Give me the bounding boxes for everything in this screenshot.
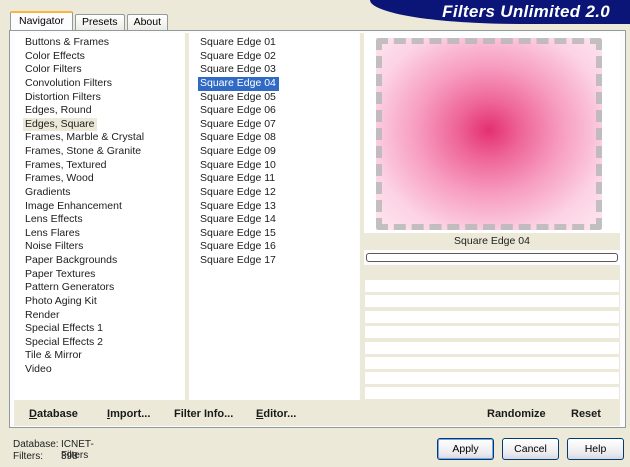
import-button[interactable]: Import... <box>107 408 150 420</box>
filter-item[interactable]: Square Edge 02 <box>198 50 279 64</box>
randomize-button[interactable]: Randomize <box>487 408 546 420</box>
filter-item[interactable]: Square Edge 03 <box>198 63 279 77</box>
parameter-row[interactable] <box>365 342 619 355</box>
header-banner: Filters Unlimited 2.0 <box>370 0 630 24</box>
status-filters-label: Filters: <box>13 451 43 462</box>
category-item[interactable]: Special Effects 1 <box>23 322 106 336</box>
filter-item[interactable]: Square Edge 04 <box>198 76 279 91</box>
filter-item[interactable]: Square Edge 13 <box>198 200 279 214</box>
preview-filter-name: Square Edge 04 <box>364 233 620 250</box>
filter-item[interactable]: Square Edge 17 <box>198 254 279 268</box>
category-item[interactable]: Paper Backgrounds <box>23 254 120 268</box>
tab-navigator[interactable]: Navigator <box>10 11 73 30</box>
category-item[interactable]: Frames, Marble & Crystal <box>23 131 147 145</box>
category-item[interactable]: Distortion Filters <box>23 91 104 105</box>
filter-item[interactable]: Square Edge 15 <box>198 227 279 241</box>
category-item[interactable]: Buttons & Frames <box>23 36 112 50</box>
category-list[interactable]: Buttons & Frames Color Effects Color Filte… <box>14 33 184 377</box>
filter-item[interactable]: Square Edge 10 <box>198 159 279 173</box>
preview-image <box>376 38 602 230</box>
apply-button[interactable]: Apply <box>437 438 494 460</box>
category-item[interactable]: Pattern Generators <box>23 281 117 295</box>
category-item[interactable]: Edges, Round <box>23 104 95 118</box>
parameter-row[interactable] <box>365 372 619 385</box>
cancel-button[interactable]: Cancel <box>502 438 559 460</box>
category-item[interactable]: Render <box>23 309 62 323</box>
category-item[interactable]: Color Filters <box>23 63 85 77</box>
filter-item[interactable]: Square Edge 06 <box>198 104 279 118</box>
tab-presets[interactable]: Presets <box>74 14 125 30</box>
category-item[interactable]: Special Effects 2 <box>23 336 106 350</box>
category-item[interactable]: Edges, Square <box>23 117 98 132</box>
filter-info-button[interactable]: Filter Info... <box>174 408 233 420</box>
database-button[interactable]: Database <box>29 408 78 420</box>
editor-label: ditor... <box>263 408 297 420</box>
category-item[interactable]: Photo Aging Kit <box>23 295 100 309</box>
category-item[interactable]: Video <box>23 363 55 377</box>
status-filters-value: 398 <box>61 451 78 462</box>
category-item[interactable]: Paper Textures <box>23 268 98 282</box>
category-item[interactable]: Color Effects <box>23 50 88 64</box>
category-item[interactable]: Tile & Mirror <box>23 349 85 363</box>
filter-item[interactable]: Square Edge 01 <box>198 36 279 50</box>
parameter-row[interactable] <box>365 326 619 339</box>
filter-list[interactable]: Square Edge 01 Square Edge 02 Square Edge … <box>189 33 359 268</box>
database-mnemonic: D <box>29 408 37 420</box>
filter-item[interactable]: Square Edge 05 <box>198 91 279 105</box>
import-label: mport... <box>110 408 151 420</box>
category-list-panel[interactable]: Buttons & Frames Color Effects Color Filte… <box>14 33 184 400</box>
parameter-row[interactable] <box>365 295 619 308</box>
category-item[interactable]: Lens Flares <box>23 227 83 241</box>
category-item[interactable]: Frames, Stone & Granite <box>23 145 144 159</box>
help-button[interactable]: Help <box>567 438 624 460</box>
tab-about[interactable]: About <box>126 14 169 30</box>
reset-button[interactable]: Reset <box>571 408 601 420</box>
editor-button[interactable]: Editor... <box>256 408 296 420</box>
filter-item[interactable]: Square Edge 14 <box>198 213 279 227</box>
status-database-label: Database: <box>13 439 59 450</box>
filter-item[interactable]: Square Edge 09 <box>198 145 279 159</box>
progress-bar <box>366 253 618 262</box>
app-title: Filters Unlimited 2.0 <box>442 2 610 21</box>
parameter-row[interactable] <box>365 357 619 370</box>
category-item[interactable]: Convolution Filters <box>23 77 115 91</box>
filter-item[interactable]: Square Edge 07 <box>198 118 279 132</box>
parameter-row[interactable] <box>365 387 619 400</box>
status-filters: Filters: 398 <box>13 451 78 462</box>
category-item[interactable]: Frames, Wood <box>23 172 97 186</box>
filter-item[interactable]: Square Edge 08 <box>198 131 279 145</box>
filter-item[interactable]: Square Edge 11 <box>198 172 278 186</box>
parameter-row[interactable] <box>365 280 619 293</box>
filter-list-panel[interactable]: Square Edge 01 Square Edge 02 Square Edge … <box>189 33 359 400</box>
category-item[interactable]: Noise Filters <box>23 240 86 254</box>
status-database: Database: ICNET-Filters <box>13 439 94 461</box>
filter-item[interactable]: Square Edge 12 <box>198 186 279 200</box>
category-item[interactable]: Image Enhancement <box>23 200 125 214</box>
database-label: atabase <box>36 408 78 420</box>
category-item[interactable]: Gradients <box>23 186 74 200</box>
category-item[interactable]: Frames, Textured <box>23 159 110 173</box>
tab-strip: Navigator Presets About <box>10 11 170 30</box>
filter-item[interactable]: Square Edge 16 <box>198 240 279 254</box>
parameter-row[interactable] <box>365 311 619 324</box>
category-item[interactable]: Lens Effects <box>23 213 86 227</box>
